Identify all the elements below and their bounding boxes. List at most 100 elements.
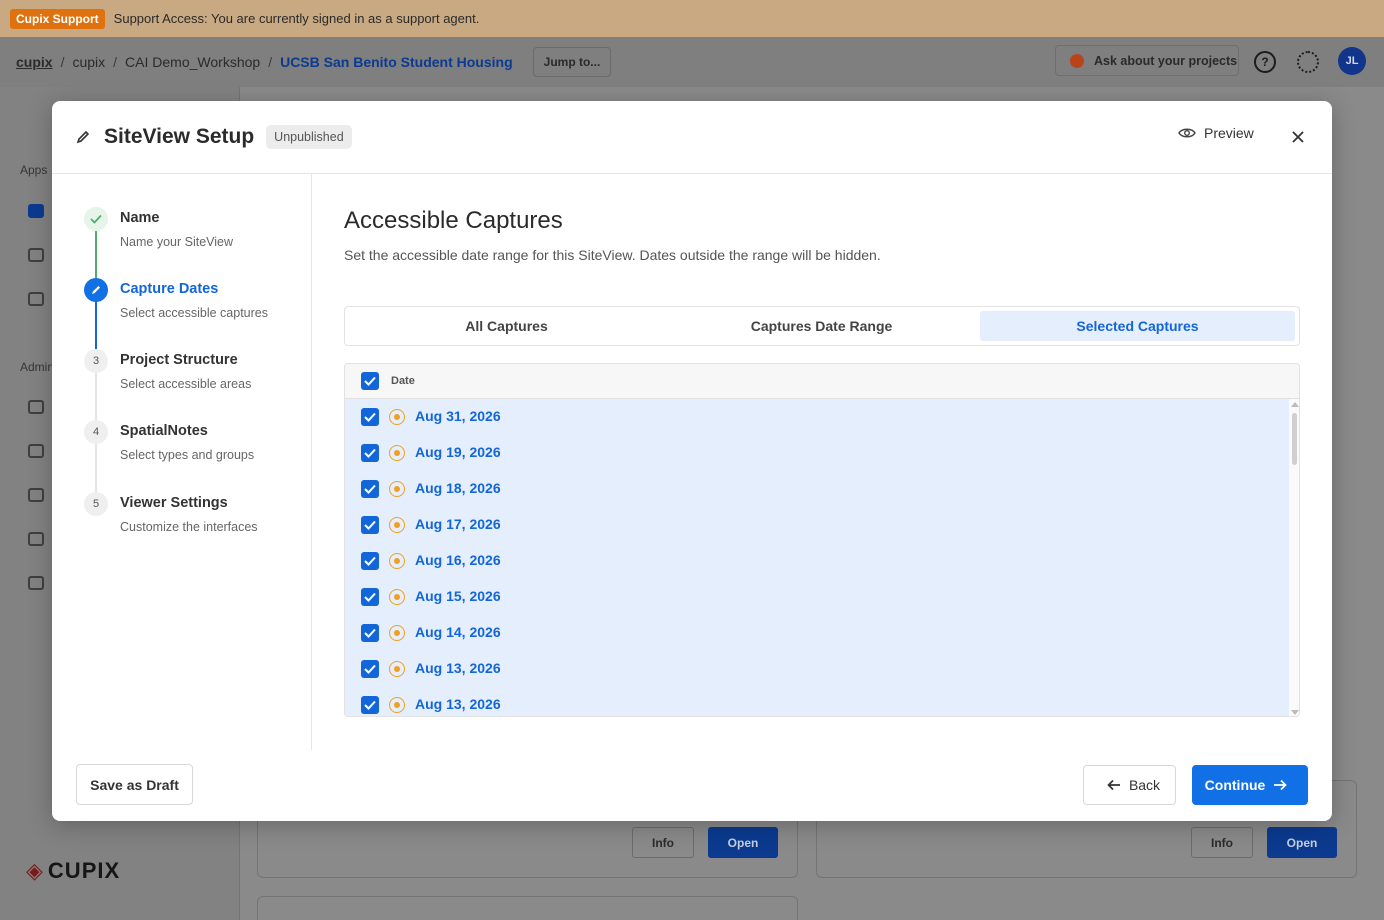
- capture-icon: [389, 553, 405, 569]
- capture-rows: Aug 31, 2026 Aug 19, 2026 Aug 18, 2026 A…: [345, 399, 1289, 716]
- jump-to-button[interactable]: Jump to...: [532, 47, 612, 77]
- back-label: Back: [1128, 777, 1161, 793]
- capture-date-link[interactable]: Aug 19, 2026: [415, 444, 501, 460]
- pencil-icon: [76, 130, 90, 144]
- capture-row[interactable]: Aug 31, 2026: [345, 399, 1289, 435]
- save-draft-button[interactable]: Save as Draft: [76, 764, 193, 805]
- capture-row[interactable]: Aug 17, 2026: [345, 507, 1289, 543]
- row-checkbox[interactable]: [361, 444, 379, 462]
- capture-date-link[interactable]: Aug 17, 2026: [415, 516, 501, 532]
- section-title: Accessible Captures: [344, 207, 563, 234]
- info-button[interactable]: Info: [1191, 827, 1253, 858]
- background-card: [257, 896, 798, 920]
- logo-mark-icon: ◈: [26, 858, 44, 883]
- logo-text: CUPIX: [47, 858, 121, 883]
- chart-icon[interactable]: [28, 292, 44, 306]
- breadcrumb-group[interactable]: CAI Demo_Workshop: [125, 54, 260, 70]
- step-subtitle: Select types and groups: [120, 448, 255, 462]
- row-checkbox[interactable]: [361, 552, 379, 570]
- brand-link[interactable]: cupix: [16, 54, 53, 70]
- capture-row[interactable]: Aug 14, 2026: [345, 615, 1289, 651]
- tab-selected-captures[interactable]: Selected Captures: [980, 311, 1295, 341]
- check-icon: [84, 207, 108, 231]
- capture-date-link[interactable]: Aug 18, 2026: [415, 480, 501, 496]
- select-all-checkbox[interactable]: [361, 372, 379, 390]
- open-button[interactable]: Open: [1267, 827, 1337, 858]
- gear-icon[interactable]: [1297, 51, 1319, 73]
- steps-panel: Name Name your SiteView Capture Dates Se…: [52, 174, 312, 750]
- ask-projects-button[interactable]: Ask about your projects: [1055, 45, 1239, 76]
- capture-icon: [389, 589, 405, 605]
- support-message: Support Access: You are currently signed…: [113, 11, 480, 26]
- siteview-setup-modal: SiteView Setup Unpublished Preview Name …: [52, 101, 1332, 821]
- continue-button[interactable]: Continue: [1192, 765, 1308, 805]
- capture-date-link[interactable]: Aug 13, 2026: [415, 696, 501, 712]
- avatar[interactable]: JL: [1338, 47, 1366, 75]
- cupix-logo: ◈ CUPIX: [26, 858, 120, 884]
- step-subtitle: Customize the interfaces: [120, 520, 258, 534]
- capture-row[interactable]: Aug 13, 2026: [345, 651, 1289, 687]
- captures-table: Date Aug 31, 2026 Aug 19, 2026 Aug 18, 2…: [344, 363, 1300, 717]
- pencil-icon: [84, 278, 108, 302]
- folder-icon[interactable]: [28, 488, 44, 502]
- share-icon[interactable]: [28, 444, 44, 458]
- capture-icon: [389, 625, 405, 641]
- scroll-up-icon[interactable]: [1291, 402, 1299, 407]
- help-icon[interactable]: ?: [1254, 51, 1276, 73]
- capture-icon: [389, 661, 405, 677]
- preview-label: Preview: [1204, 125, 1254, 141]
- capture-row[interactable]: Aug 19, 2026: [345, 435, 1289, 471]
- back-button[interactable]: Back: [1083, 765, 1176, 805]
- scroll-down-icon[interactable]: [1291, 710, 1299, 715]
- capture-date-link[interactable]: Aug 31, 2026: [415, 408, 501, 424]
- row-checkbox[interactable]: [361, 516, 379, 534]
- capture-date-link[interactable]: Aug 13, 2026: [415, 660, 501, 676]
- preview-button[interactable]: Preview: [1178, 125, 1254, 141]
- close-icon[interactable]: [1288, 127, 1308, 147]
- ai-icon: [1070, 53, 1084, 68]
- capture-date-link[interactable]: Aug 14, 2026: [415, 624, 501, 640]
- capture-mode-tabs: All Captures Captures Date Range Selecte…: [344, 306, 1300, 346]
- open-button[interactable]: Open: [708, 827, 778, 858]
- capture-row[interactable]: Aug 13, 2026: [345, 687, 1289, 716]
- table-scrollbar[interactable]: [1289, 399, 1299, 716]
- row-checkbox[interactable]: [361, 588, 379, 606]
- row-checkbox[interactable]: [361, 408, 379, 426]
- history-icon[interactable]: [28, 400, 44, 414]
- capture-row[interactable]: Aug 16, 2026: [345, 543, 1289, 579]
- table-header: Date: [345, 364, 1299, 399]
- apps-section-label: Apps: [20, 163, 48, 177]
- dashboard-icon[interactable]: [28, 204, 44, 218]
- capture-date-link[interactable]: Aug 15, 2026: [415, 588, 501, 604]
- row-checkbox[interactable]: [361, 624, 379, 642]
- tab-captures-date-range[interactable]: Captures Date Range: [664, 311, 979, 341]
- capture-row[interactable]: Aug 15, 2026: [345, 579, 1289, 615]
- map-icon[interactable]: [28, 532, 44, 546]
- capture-row[interactable]: Aug 18, 2026: [345, 471, 1289, 507]
- ask-projects-label: Ask about your projects: [1094, 53, 1238, 68]
- step-title: Capture Dates: [120, 281, 219, 297]
- step-title: SpatialNotes: [120, 423, 208, 439]
- breadcrumb-separator: /: [113, 54, 118, 70]
- capture-icon: [389, 409, 405, 425]
- row-checkbox[interactable]: [361, 696, 379, 714]
- breadcrumb-separator: /: [268, 54, 273, 70]
- breadcrumb-workspace[interactable]: cupix: [72, 54, 105, 70]
- arrow-right-icon: [1274, 779, 1288, 791]
- row-checkbox[interactable]: [361, 480, 379, 498]
- row-checkbox[interactable]: [361, 660, 379, 678]
- capture-icon: [389, 517, 405, 533]
- capture-date-link[interactable]: Aug 16, 2026: [415, 552, 501, 568]
- camera-icon[interactable]: [28, 248, 44, 262]
- support-badge: Cupix Support: [10, 8, 105, 29]
- modal-header: SiteView Setup Unpublished Preview: [52, 101, 1332, 174]
- date-column-header: Date: [391, 375, 415, 387]
- settings-icon[interactable]: [28, 576, 44, 590]
- tab-all-captures[interactable]: All Captures: [349, 311, 664, 341]
- scroll-thumb[interactable]: [1292, 413, 1297, 465]
- breadcrumb-project[interactable]: UCSB San Benito Student Housing: [280, 54, 513, 70]
- capture-icon: [389, 481, 405, 497]
- arrow-left-icon: [1107, 779, 1120, 791]
- modal-title: SiteView Setup: [104, 125, 255, 148]
- info-button[interactable]: Info: [632, 827, 694, 858]
